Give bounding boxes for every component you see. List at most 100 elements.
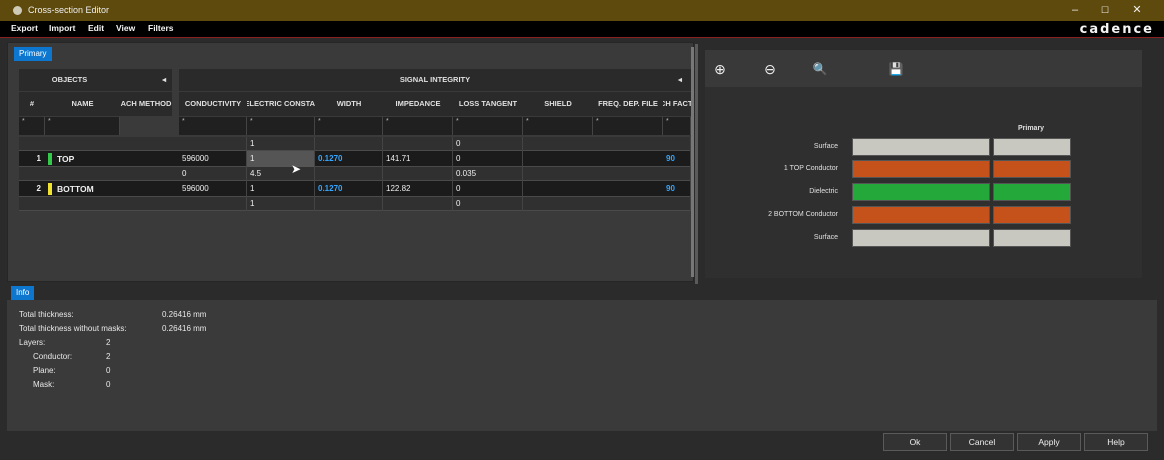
layer-label: Surface (813, 234, 838, 241)
etch-factor-cell[interactable]: 90 (663, 181, 691, 197)
layer-bar[interactable] (852, 160, 990, 178)
layer-label: 1 TOP Conductor (783, 165, 838, 172)
conductivity-cell[interactable]: 596000 (179, 151, 247, 167)
col-method[interactable]: ACH METHOD (120, 92, 172, 116)
conductivity-cell[interactable] (179, 137, 247, 151)
filter-freq[interactable]: * (593, 117, 663, 135)
col-loss-tangent[interactable]: LOSS TANGENT (453, 92, 523, 116)
layer-bar-primary[interactable] (993, 138, 1071, 156)
conductor-value: 2 (106, 352, 111, 361)
layer-color-swatch (48, 153, 52, 165)
etch-factor-cell[interactable] (663, 197, 691, 211)
menu-view[interactable]: View (116, 23, 135, 33)
menu-import[interactable]: Import (49, 23, 75, 33)
layer-bar-primary[interactable] (993, 183, 1071, 201)
layer-name-cell[interactable]: BOTTOM (54, 181, 120, 197)
conductivity-cell[interactable]: 0 (179, 167, 247, 181)
impedance-cell[interactable]: 122.82 (383, 181, 453, 197)
help-button[interactable]: Help (1084, 433, 1148, 451)
width-cell[interactable] (315, 167, 383, 181)
tab-info[interactable]: Info (11, 286, 35, 300)
menu-edit[interactable]: Edit (88, 23, 104, 33)
layer-label: Surface (813, 143, 838, 150)
col-conductivity[interactable]: CONDUCTIVITY (179, 92, 247, 116)
stackup-table-panel: Primary OBJECTS ◂ SIGNAL INTEGRITY ◂ # N… (7, 42, 694, 317)
si-collapse-icon[interactable]: ◂ (669, 69, 691, 91)
layer-bar-primary[interactable] (993, 160, 1071, 178)
signal-integrity-group-header: SIGNAL INTEGRITY (179, 69, 691, 91)
dielectric-cell[interactable]: 1 (247, 137, 315, 151)
etch-factor-cell[interactable] (663, 137, 691, 151)
stackup-table: OBJECTS ◂ SIGNAL INTEGRITY ◂ # NAME ACH … (19, 69, 697, 317)
panel-splitter[interactable] (695, 44, 698, 284)
total-thickness-label: Total thickness: (19, 310, 74, 319)
ok-button[interactable]: Ok (883, 433, 947, 451)
zoom-out-icon[interactable]: ⊖ (761, 60, 779, 78)
impedance-cell[interactable] (383, 197, 453, 211)
apply-button[interactable]: Apply (1017, 433, 1081, 451)
col-name[interactable]: NAME (45, 92, 120, 116)
impedance-cell[interactable]: 141.71 (383, 151, 453, 167)
filter-impedance[interactable]: * (383, 117, 453, 135)
col-number: # (19, 92, 45, 116)
mask-label: Mask: (33, 380, 55, 389)
filter-shield[interactable]: * (523, 117, 593, 135)
loss-tangent-cell[interactable]: 0 (453, 197, 523, 211)
zoom-in-icon[interactable]: ⊕ (711, 60, 729, 78)
col-etch-factor[interactable]: ETCH FACTOR (663, 92, 691, 116)
menu-export[interactable]: Export (11, 23, 38, 33)
filter-name[interactable]: * (45, 117, 120, 135)
col-shield[interactable]: SHIELD (523, 92, 593, 116)
dielectric-cell[interactable]: 4.5 (247, 167, 315, 181)
dielectric-cell[interactable]: 1 (247, 181, 315, 197)
col-width[interactable]: WIDTH (315, 92, 383, 116)
thickness-without-masks-value: 0.26416 mm (162, 324, 207, 333)
loss-tangent-cell[interactable]: 0 (453, 137, 523, 151)
dielectric-cell[interactable]: 1 (247, 151, 315, 167)
filter-etch[interactable]: * (663, 117, 691, 135)
cancel-button[interactable]: Cancel (950, 433, 1014, 451)
filter-loss[interactable]: * (453, 117, 523, 135)
layers-label: Layers: (19, 338, 46, 347)
col-impedance[interactable]: IMPEDANCE (383, 92, 453, 116)
menu-filters[interactable]: Filters (148, 23, 174, 33)
conductivity-cell[interactable]: 596000 (179, 181, 247, 197)
tab-primary[interactable]: Primary (14, 47, 52, 61)
layer-bar[interactable] (852, 138, 990, 156)
conductivity-cell[interactable] (179, 197, 247, 211)
loss-tangent-cell[interactable]: 0 (453, 151, 523, 167)
loss-tangent-cell[interactable]: 0.035 (453, 167, 523, 181)
filter-conductivity[interactable]: * (179, 117, 247, 135)
dielectric-cell[interactable]: 1 (247, 197, 315, 211)
total-thickness-value: 0.26416 mm (162, 310, 207, 319)
minimize-button[interactable]: – (1067, 3, 1083, 17)
save-icon[interactable]: 💾 (887, 60, 905, 78)
layer-bar[interactable] (852, 183, 990, 201)
filter-width[interactable]: * (315, 117, 383, 135)
mouse-cursor-icon: ➤ (291, 162, 302, 176)
zoom-fit-icon[interactable]: 🔍 (811, 60, 829, 78)
layer-name-cell[interactable]: TOP (54, 151, 120, 167)
width-cell[interactable] (315, 197, 383, 211)
impedance-cell[interactable] (383, 137, 453, 151)
width-cell[interactable] (315, 137, 383, 151)
close-button[interactable]: ✕ (1129, 3, 1145, 17)
objects-collapse-icon[interactable]: ◂ (120, 69, 172, 91)
layer-bar-primary[interactable] (993, 206, 1071, 224)
filter-dielectric[interactable]: * (247, 117, 315, 135)
filter-number[interactable]: * (19, 117, 45, 135)
impedance-cell[interactable] (383, 167, 453, 181)
layer-bar[interactable] (852, 206, 990, 224)
width-cell[interactable]: 0.1270 (315, 181, 383, 197)
vertical-scrollbar[interactable] (691, 47, 694, 277)
width-cell[interactable]: 0.1270 (315, 151, 383, 167)
etch-factor-cell[interactable]: 90 (663, 151, 691, 167)
maximize-button[interactable]: ☐ (1097, 3, 1113, 17)
title-bar: Cross-section Editor – ☐ ✕ (0, 0, 1164, 21)
col-dielectric-constant[interactable]: DIELECTRIC CONSTANT (247, 92, 315, 116)
loss-tangent-cell[interactable]: 0 (453, 181, 523, 197)
layer-bar[interactable] (852, 229, 990, 247)
etch-factor-cell[interactable] (663, 167, 691, 181)
layer-bar-primary[interactable] (993, 229, 1071, 247)
col-freq-dep-file[interactable]: FREQ. DEP. FILE (593, 92, 663, 116)
